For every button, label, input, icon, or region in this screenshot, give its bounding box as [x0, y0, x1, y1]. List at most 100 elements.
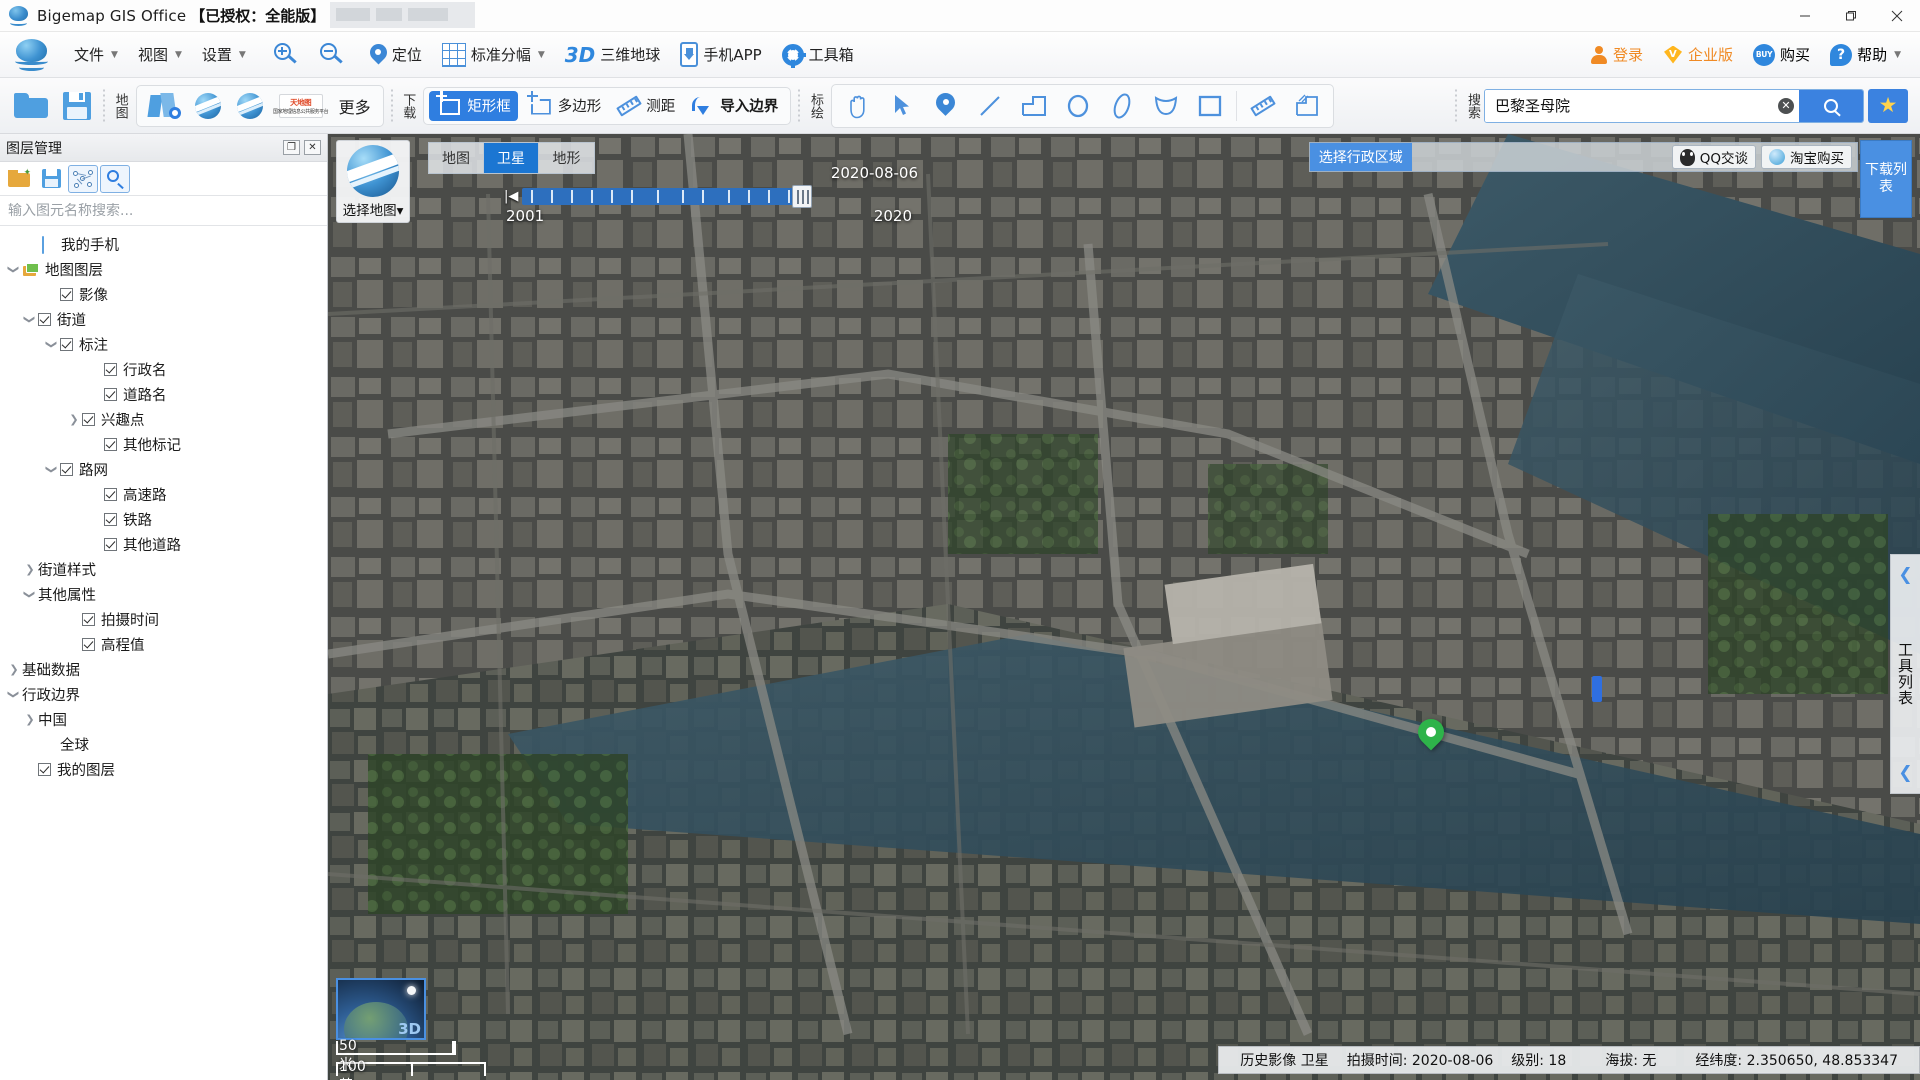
chevron-right-icon[interactable]: [66, 413, 82, 426]
help-button[interactable]: ? 帮助 ▼: [1821, 39, 1910, 71]
layer-search-input[interactable]: [8, 202, 319, 219]
hand-pan-button[interactable]: [837, 88, 879, 124]
tree-item[interactable]: 全球: [0, 732, 327, 757]
tree-item[interactable]: 高程值: [0, 632, 327, 657]
tab-terrain[interactable]: 地形: [539, 143, 594, 173]
tree-item-checkbox[interactable]: [38, 763, 51, 776]
tree-item[interactable]: 其他标记: [0, 432, 327, 457]
menu-3d-earth[interactable]: 3D 三维地球: [555, 37, 671, 73]
chevron-left-icon[interactable]: ❮: [1898, 565, 1912, 585]
tree-item-checkbox[interactable]: [82, 638, 95, 651]
choose-map-widget[interactable]: 选择地图▾: [336, 140, 410, 223]
tree-item-checkbox[interactable]: [104, 488, 117, 501]
map-viewport[interactable]: 选择地图▾ 地图 卫星 地形 2020-08-06 |◀ 2001 2020 选…: [328, 134, 1920, 1080]
menu-view[interactable]: 视图 ▼: [128, 38, 192, 71]
polyline-button[interactable]: [1013, 88, 1055, 124]
favorites-button[interactable]: ★: [1868, 88, 1908, 123]
open-folder-button[interactable]: ✦: [4, 165, 34, 193]
menu-mobile-app[interactable]: 手机APP: [670, 36, 771, 73]
cursor-select-button[interactable]: [881, 88, 923, 124]
chevron-right-icon[interactable]: [22, 713, 38, 726]
open-file-button[interactable]: [8, 83, 54, 129]
restore-icon[interactable]: ❐: [283, 140, 300, 155]
tree-item[interactable]: 行政边界: [0, 682, 327, 707]
enterprise-button[interactable]: V 企业版: [1654, 39, 1742, 70]
tree-item[interactable]: 我的手机: [0, 232, 327, 257]
search-button[interactable]: [1799, 89, 1863, 122]
import-boundary-button[interactable]: 导入边界: [684, 91, 785, 121]
google-earth-history-button[interactable]: [230, 89, 270, 123]
save-file-button[interactable]: [54, 83, 100, 129]
menu-locate[interactable]: 定位: [360, 38, 432, 72]
tree-item-checkbox[interactable]: [60, 288, 73, 301]
search-layer-button[interactable]: [100, 164, 130, 193]
menu-standard-sheet[interactable]: 标准分幅 ▼: [432, 37, 555, 73]
tree-item-checkbox[interactable]: [38, 313, 51, 326]
chevron-down-icon[interactable]: [44, 338, 60, 351]
tree-item[interactable]: 地图图层: [0, 257, 327, 282]
tab-map[interactable]: 地图: [429, 143, 484, 173]
rectangle-select-button[interactable]: 矩形框: [429, 90, 518, 121]
tree-item-checkbox[interactable]: [104, 438, 117, 451]
tree-item[interactable]: 行政名: [0, 357, 327, 382]
menu-file[interactable]: 文件 ▼: [64, 38, 128, 71]
tree-item-checkbox[interactable]: [104, 388, 117, 401]
tree-item-checkbox[interactable]: [104, 363, 117, 376]
tianditu-button[interactable]: 天地图 国家地理信息公共服务平台: [272, 90, 330, 122]
tree-item[interactable]: 标注: [0, 332, 327, 357]
rectangle-button[interactable]: [1189, 88, 1231, 124]
tree-item-checkbox[interactable]: [82, 613, 95, 626]
tree-item[interactable]: 街道: [0, 307, 327, 332]
tree-item[interactable]: 影像: [0, 282, 327, 307]
ellipse-button[interactable]: [1101, 88, 1143, 124]
zoom-out-button[interactable]: [308, 36, 354, 74]
chevron-down-icon[interactable]: [22, 588, 38, 601]
login-button[interactable]: 登录: [1581, 39, 1652, 70]
taobao-purchase-button[interactable]: 淘宝购买: [1761, 145, 1852, 169]
skip-previous-icon[interactable]: |◀: [504, 189, 518, 204]
3d-globe-thumbnail[interactable]: 3D: [336, 978, 426, 1040]
tree-item[interactable]: 其他道路: [0, 532, 327, 557]
marker-point-button[interactable]: [925, 88, 967, 124]
close-button[interactable]: [1874, 0, 1920, 32]
search-input[interactable]: [1485, 89, 1773, 122]
tree-item[interactable]: 高速路: [0, 482, 327, 507]
zoom-in-button[interactable]: [262, 36, 308, 74]
close-icon[interactable]: ✕: [304, 140, 321, 155]
qq-chat-button[interactable]: QQ交谈: [1671, 145, 1756, 169]
circle-button[interactable]: [1057, 88, 1099, 124]
tree-item[interactable]: 我的图层: [0, 757, 327, 782]
purchase-button[interactable]: BUY 购买: [1744, 39, 1819, 71]
tree-item[interactable]: 其他属性: [0, 582, 327, 607]
map-layers-button[interactable]: [142, 89, 186, 123]
menu-toolbox[interactable]: 工具箱: [772, 38, 864, 72]
chevron-down-icon[interactable]: [6, 263, 22, 276]
line-button[interactable]: [969, 88, 1011, 124]
chevron-right-icon[interactable]: [6, 663, 22, 676]
tool-list-panel[interactable]: ❮ 工具列表 ❮: [1890, 554, 1920, 794]
tree-item[interactable]: 路网: [0, 457, 327, 482]
clear-search-button[interactable]: ✕: [1773, 90, 1799, 122]
arc-button[interactable]: [1145, 88, 1187, 124]
chevron-down-icon[interactable]: [6, 688, 22, 701]
tree-item[interactable]: 基础数据: [0, 657, 327, 682]
chevron-right-icon[interactable]: [22, 563, 38, 576]
tab-satellite[interactable]: 卫星: [484, 143, 539, 173]
tree-item-checkbox[interactable]: [104, 538, 117, 551]
chevron-left-icon[interactable]: ❮: [1898, 763, 1912, 783]
nodes-button[interactable]: [68, 164, 98, 193]
download-list-button[interactable]: 下载列表: [1860, 140, 1912, 218]
polygon-select-button[interactable]: 多边形: [520, 90, 609, 121]
ruler-button[interactable]: [1242, 88, 1284, 124]
tree-item[interactable]: 中国: [0, 707, 327, 732]
tree-item[interactable]: 道路名: [0, 382, 327, 407]
tree-item-checkbox[interactable]: [60, 338, 73, 351]
area-measure-button[interactable]: [1286, 88, 1328, 124]
tree-item[interactable]: 铁路: [0, 507, 327, 532]
tree-item[interactable]: 兴趣点: [0, 407, 327, 432]
chevron-down-icon[interactable]: [22, 313, 38, 326]
tree-item-checkbox[interactable]: [60, 463, 73, 476]
menu-settings[interactable]: 设置 ▼: [192, 38, 256, 71]
maximize-button[interactable]: [1828, 0, 1874, 32]
tree-item[interactable]: 拍摄时间: [0, 607, 327, 632]
